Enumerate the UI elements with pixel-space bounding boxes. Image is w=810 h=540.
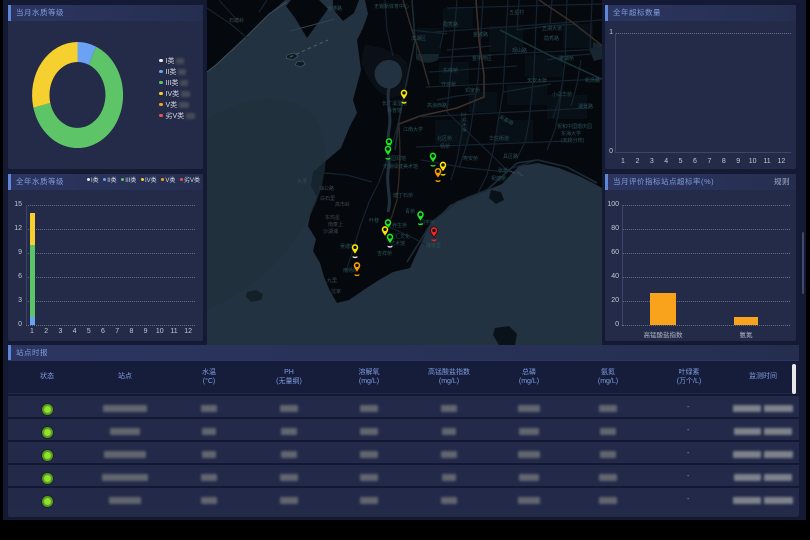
svg-text:五湖大道: 五湖大道	[542, 25, 562, 32]
svg-text:高浪西路: 高浪西路	[427, 102, 447, 109]
svg-text:寿安桥: 寿安桥	[463, 155, 478, 162]
svg-text:守佳桥: 守佳桥	[441, 81, 456, 88]
svg-text:金城路: 金城路	[473, 31, 488, 38]
svg-text:大浮: 大浮	[297, 178, 307, 185]
svg-text:张桥: 张桥	[498, 167, 508, 174]
svg-text:立信大道: 立信大道	[460, 112, 467, 132]
svg-text:油公路: 油公路	[319, 185, 334, 192]
svg-text:九里: 九里	[327, 277, 337, 284]
svg-text:无锡新体育中心: 无锡新体育中心	[374, 3, 409, 10]
svg-text:沙湖浦: 沙湖浦	[323, 228, 338, 235]
svg-text:渔港路: 渔港路	[327, 5, 342, 12]
svg-text:机场路: 机场路	[585, 77, 600, 84]
svg-text:白石里: 白石里	[320, 195, 335, 202]
svg-text:小白华桥: 小白华桥	[552, 91, 572, 98]
svg-text:金中地区: 金中地区	[472, 55, 492, 62]
svg-text:隐秀路: 隐秀路	[443, 21, 458, 28]
svg-text:叶巷: 叶巷	[369, 217, 379, 224]
svg-text:杨桥: 杨桥	[440, 143, 450, 150]
svg-text:翠湖桥: 翠湖桥	[559, 55, 574, 62]
svg-text:(无锡分校): (无锡分校)	[561, 137, 585, 144]
svg-text:祝和中国婚庆园: 祝和中国婚庆园	[557, 123, 592, 130]
svg-text:具区路: 具区路	[503, 153, 518, 160]
svg-text:观山路: 观山路	[512, 47, 527, 54]
svg-text:薛家里: 薛家里	[426, 242, 441, 249]
svg-text:园洞馆: 园洞馆	[391, 155, 406, 162]
svg-text:科普馆: 科普馆	[387, 107, 402, 114]
svg-text:吉祥桥: 吉祥桥	[377, 250, 392, 257]
svg-text:东海大学: 东海大学	[561, 130, 581, 137]
svg-text:东绛桥: 东绛桥	[443, 67, 458, 74]
svg-text:江南大学: 江南大学	[403, 126, 423, 133]
svg-text:五星村: 五星村	[509, 9, 524, 16]
svg-text:南泰上: 南泰上	[328, 221, 343, 228]
svg-text:祝塘桥: 祝塘桥	[491, 175, 506, 182]
svg-text:养生桥: 养生桥	[392, 222, 407, 229]
svg-text:东鸡星: 东鸡星	[325, 214, 340, 221]
svg-text:沈家: 沈家	[331, 288, 341, 295]
svg-text:高市岭: 高市岭	[335, 201, 350, 208]
svg-text:同学桥: 同学桥	[420, 219, 435, 226]
svg-text:隐秀路: 隐秀路	[544, 35, 559, 42]
svg-text:塘丁石桥: 塘丁石桥	[393, 192, 413, 199]
svg-text:湖景路: 湖景路	[578, 103, 593, 110]
svg-text:邓家桥: 邓家桥	[465, 87, 480, 94]
svg-text:无锡绿波美术馆: 无锡绿波美术馆	[383, 163, 418, 170]
svg-text:滨湖区: 滨湖区	[411, 35, 426, 42]
svg-text:石塘岭: 石塘岭	[229, 17, 244, 24]
svg-text:北区桥: 北区桥	[437, 135, 452, 142]
svg-text:青桥: 青桥	[405, 208, 415, 215]
svg-text:天安大桥: 天安大桥	[527, 77, 547, 84]
svg-text:华庄街道: 华庄街道	[489, 135, 509, 142]
